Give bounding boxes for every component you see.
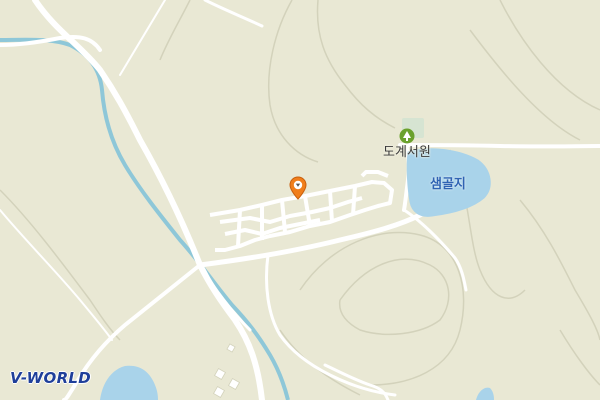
location-marker-icon[interactable]: [289, 176, 307, 200]
poi-dogye-seowon[interactable]: 도계서원: [383, 124, 439, 164]
lake-bottom-right: [476, 387, 494, 400]
lake-bottom-left: [100, 365, 158, 400]
tree-icon: [399, 128, 415, 144]
lake-label: 샘골지: [430, 177, 466, 192]
logo-text: V-WORLD: [10, 369, 92, 387]
vworld-logo[interactable]: V-WORLD: [10, 368, 91, 388]
building-footprints: [212, 343, 241, 399]
poi-label: 도계서원: [383, 145, 431, 160]
map-view[interactable]: 도계서원 샘골지 V-WORLD: [0, 0, 600, 400]
